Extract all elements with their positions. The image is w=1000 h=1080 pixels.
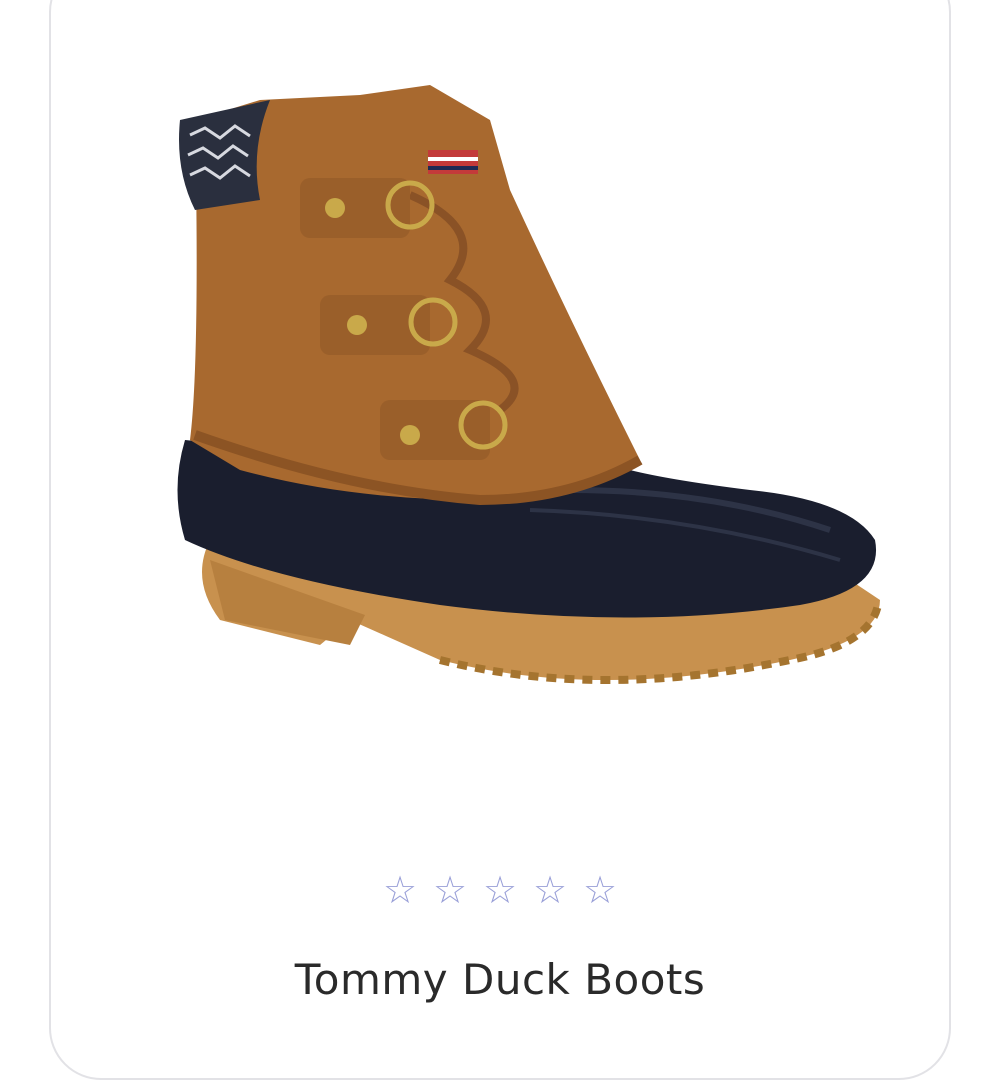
product-image[interactable] (150, 60, 900, 740)
star-rating[interactable]: ☆ ☆ ☆ ☆ ☆ (0, 862, 1000, 918)
star-icon[interactable]: ☆ (530, 862, 570, 918)
star-icon[interactable]: ☆ (580, 862, 620, 918)
product-title[interactable]: Tommy Duck Boots (0, 955, 1000, 1004)
boot-collar-knit (179, 100, 270, 210)
star-icon[interactable]: ☆ (480, 862, 520, 918)
star-icon[interactable]: ☆ (380, 862, 420, 918)
boot-stripe-tab (428, 150, 478, 174)
star-icon[interactable]: ☆ (430, 862, 470, 918)
